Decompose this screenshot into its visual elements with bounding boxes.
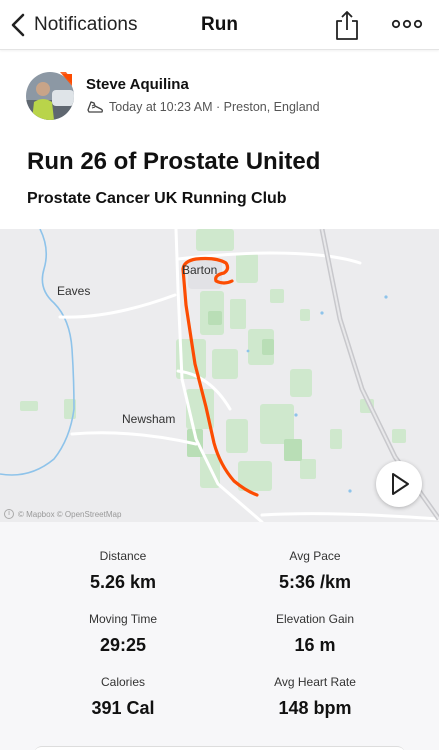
stat-value: 148 bpm bbox=[278, 698, 352, 718]
stat-distance: Distance 5.26 km bbox=[23, 549, 223, 593]
place-label-barton: Barton bbox=[182, 263, 218, 277]
athlete-name[interactable]: Steve Aquilina bbox=[86, 76, 189, 93]
stat-calories: Calories 391 Cal bbox=[23, 675, 223, 719]
activity-title: Run 26 of Prostate United bbox=[27, 148, 321, 175]
stat-avg-pace: Avg Pace 5:36 /km bbox=[215, 549, 415, 593]
play-icon bbox=[392, 473, 409, 495]
more-horizontal-icon[interactable] bbox=[390, 14, 424, 34]
running-shoe-icon bbox=[87, 101, 103, 113]
stat-label: Avg Pace bbox=[289, 549, 341, 563]
map-background bbox=[0, 229, 439, 522]
stat-value: 29:25 bbox=[99, 635, 147, 655]
stat-label: Calories bbox=[100, 675, 145, 689]
next-card-edge bbox=[34, 746, 405, 750]
stat-label: Distance bbox=[99, 549, 147, 563]
replay-button[interactable] bbox=[376, 461, 422, 507]
place-label-newsham: Newsham bbox=[122, 412, 176, 426]
activity-meta-text: Today at 10:23 AM · Preston, England bbox=[109, 100, 320, 114]
avatar[interactable] bbox=[26, 72, 74, 120]
chevron-left-icon bbox=[11, 13, 25, 37]
stat-label: Avg Heart Rate bbox=[274, 675, 356, 689]
info-icon: i bbox=[4, 509, 14, 519]
club-name[interactable]: Prostate Cancer UK Running Club bbox=[27, 190, 287, 208]
nav-bar: Notifications Run bbox=[0, 0, 439, 50]
stat-elevation-gain: Elevation Gain 16 m bbox=[215, 612, 415, 656]
map-attribution-text: © Mapbox © OpenStreetMap bbox=[18, 509, 122, 519]
stat-value: 5.26 km bbox=[89, 572, 157, 592]
stat-value: 5:36 /km bbox=[278, 572, 352, 592]
stat-value: 391 Cal bbox=[91, 698, 155, 718]
stat-value: 16 m bbox=[294, 635, 336, 655]
stat-label: Moving Time bbox=[88, 612, 158, 626]
activity-meta: Today at 10:23 AM · Preston, England bbox=[86, 98, 320, 116]
map-attribution[interactable]: i © Mapbox © OpenStreetMap bbox=[4, 509, 121, 519]
place-label-eaves: Eaves bbox=[57, 284, 91, 298]
back-button[interactable]: Notifications bbox=[6, 6, 138, 44]
route-map[interactable]: Barton Eaves Newsham i © Mapbox © OpenSt… bbox=[0, 229, 439, 522]
share-icon[interactable] bbox=[334, 9, 360, 41]
stat-avg-heart-rate: Avg Heart Rate 148 bpm bbox=[215, 675, 415, 719]
stat-label: Elevation Gain bbox=[275, 612, 355, 626]
stats-panel: Distance 5.26 km Avg Pace 5:36 /km Movin… bbox=[0, 522, 439, 750]
back-label: Notifications bbox=[34, 14, 138, 35]
stat-moving-time: Moving Time 29:25 bbox=[23, 612, 223, 656]
